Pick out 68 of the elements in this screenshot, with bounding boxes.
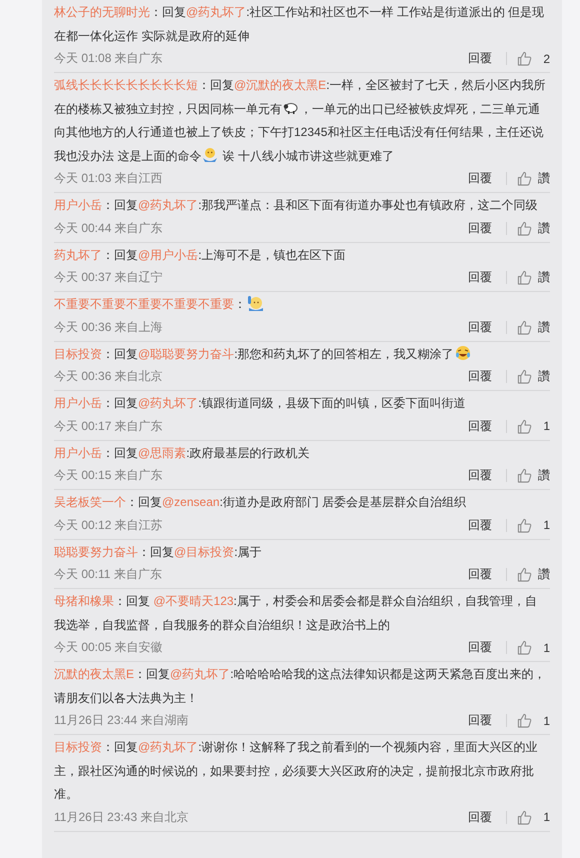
- comment-text: 吴老板笑一个：回复@zensean:街道办是政府部门 居委会是基层群众自治组织: [54, 494, 468, 511]
- reply-link[interactable]: 回覆: [468, 50, 492, 67]
- reply-link[interactable]: 回覆: [468, 368, 492, 385]
- comment-text: 目标投资：回复@聪聪要努力奋斗:那您和药丸坏了的回答相左，我又糊涂了: [54, 342, 550, 366]
- thumbs-up-icon: [517, 418, 532, 434]
- reply-link[interactable]: 回覆: [468, 566, 492, 583]
- comment-meta: 今天 00:05 来自安徽: [54, 639, 163, 656]
- like-button[interactable]: 讚: [517, 269, 550, 286]
- thumbs-up-icon: [517, 51, 532, 66]
- reply-link[interactable]: 回覆: [468, 220, 492, 236]
- reply-link[interactable]: 回覆: [468, 712, 492, 729]
- comment-text: 沉默的夜太黑E：回复@药丸坏了:哈哈哈哈哈我的这点法律知识都是这两天紧急百度出来的，请朋友们以各大法典为主！: [54, 666, 547, 706]
- like-button[interactable]: 讚: [517, 368, 550, 385]
- comment-text: 目标投资：回复@药丸坏了:谢谢你！这解释了我之前看到的一个视频内容，里面大兴区的业主，跟社区沟通的时候说的，如果要封控，必须要大兴区政府的决定，提前报北京市政府批准。: [54, 739, 539, 803]
- emoji-icon: [247, 295, 263, 311]
- thumbs-up-icon: [517, 320, 532, 334]
- reply-link[interactable]: 回覆: [468, 318, 492, 336]
- thumbs-up-icon: [517, 713, 532, 728]
- like-button[interactable]: 讚: [517, 467, 550, 484]
- like-button[interactable]: 1: [517, 810, 550, 824]
- comment-meta: 11月26日 23:43 来自北京: [54, 808, 189, 826]
- like-button[interactable]: 1: [517, 713, 550, 728]
- thumbs-up-icon: [517, 810, 532, 824]
- comment-meta: 今天 01:08 来自广东: [54, 50, 163, 67]
- reply-link[interactable]: 回覆: [468, 516, 492, 534]
- thumbs-up-icon: [517, 518, 532, 532]
- comment-meta: 今天 00:12 来自江苏: [54, 516, 163, 534]
- comment-meta: 11月26日 23:44 来自湖南: [54, 712, 189, 729]
- like-button[interactable]: 讚: [517, 566, 550, 583]
- thumbs-up-icon: [517, 220, 532, 236]
- comment-meta: 今天 00:15 来自广东: [54, 467, 163, 484]
- comment-text: 不重要不重要不重要不重要不重要：: [54, 293, 550, 316]
- like-button[interactable]: 讚: [517, 170, 550, 187]
- comment-text: 聪聪要努力奋斗：回复@目标投资:属于: [54, 544, 263, 560]
- thumbs-up-icon: [517, 468, 532, 483]
- reply-link[interactable]: 回覆: [468, 269, 492, 286]
- reply-link[interactable]: 回覆: [468, 467, 492, 484]
- like-button[interactable]: 1: [517, 418, 550, 434]
- comment-meta: 今天 00:11 来自广东: [54, 566, 162, 583]
- like-button[interactable]: 讚: [517, 318, 550, 336]
- comment-text: 用户小岳：回复@药丸坏了:镇跟街道同级，县级下面的叫镇，区委下面叫街道: [54, 395, 467, 412]
- comment-text: 用户小岳：回复@药丸坏了:那我严谨点：县和区下面有街道办事处也有镇政府，这二个同级: [54, 197, 539, 214]
- reply-link[interactable]: 回覆: [468, 808, 492, 826]
- comment-meta: 今天 01:03 来自江西: [54, 170, 163, 187]
- comment-text: 用户小岳：回复@思雨素:政府最基层的行政机关: [54, 444, 311, 462]
- comment-meta: 今天 00:36 来自上海: [54, 318, 163, 336]
- thumbs-up-icon: [517, 640, 532, 655]
- thumbs-up-icon: [517, 369, 532, 384]
- reply-link[interactable]: 回覆: [468, 418, 492, 434]
- emoji-icon: [454, 344, 471, 360]
- comment-text: 弧线长长长长长长长长长短：回复@沉默的夜太黑E:一样，全区被封了七天，然后小区内我所在的楼栋又被独立封控，只因同栋一单元有 ，一单元的出口已经被铁皮焊死，二三单元通向其他地方的人行通道也被上了铁皮；下午打12345和社区主任电话没有任何结果，主任还说我也没办法 这是上面的命令 诶 十八线小城市讲这些就更难了: [54, 77, 547, 164]
- comment-meta: 今天 00:17 来自广东: [54, 418, 163, 434]
- comment-meta: 今天 00:37 来自辽宁: [54, 269, 163, 286]
- like-button[interactable]: 1: [517, 640, 550, 655]
- comment-text: 林公子的无聊时光：回复@药丸坏了:社区工作站和社区也不一样 工作站是街道派出的 但是现在都一体化运作 实际就是政府的延伸: [54, 4, 546, 44]
- comment-meta: 今天 00:44 来自广东: [54, 220, 163, 236]
- reply-link[interactable]: 回覆: [468, 639, 492, 656]
- like-button[interactable]: 1: [517, 518, 550, 532]
- like-button[interactable]: 2: [517, 51, 550, 66]
- reply-link[interactable]: 回覆: [468, 170, 492, 187]
- emoji-icon: [202, 146, 218, 162]
- thumbs-up-icon: [517, 171, 532, 186]
- thumbs-up-icon: [517, 270, 532, 285]
- comment-meta: 今天 00:36 来自北京: [54, 368, 163, 385]
- like-button[interactable]: 讚: [517, 220, 550, 236]
- thumbs-up-icon: [517, 567, 532, 582]
- comment-text: 母猪和橡果：回复 @不要晴天123:属于，村委会和居委会都是群众自治组织，自我管理，自我选举，自我监督，自我服务的群众自治组织！这是政治书上的: [54, 593, 538, 634]
- comment-text: 药丸坏了：回复@用户小岳:上海可不是，镇也在区下面: [54, 246, 347, 264]
